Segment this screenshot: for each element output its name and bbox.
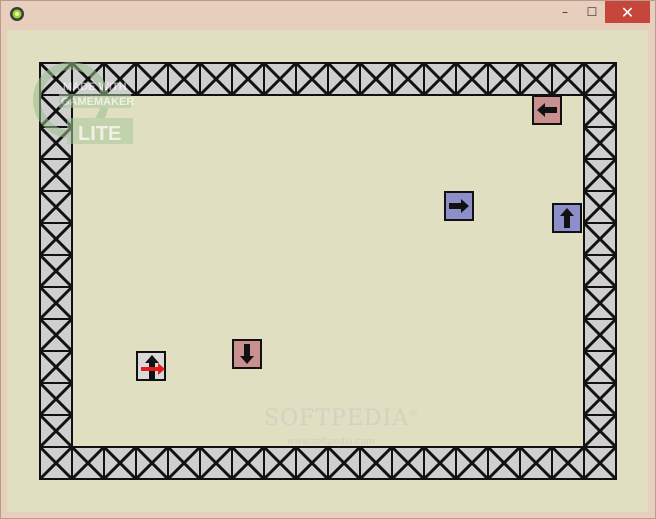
wall-tile: [422, 61, 458, 97]
wall-tile: [486, 445, 522, 481]
gamemaker-lite-logo: MADE WITH GAMEMAKER LITE: [33, 62, 134, 145]
player-block[interactable]: [136, 351, 166, 381]
wall-tile: [390, 61, 426, 97]
blue-block-right: [444, 191, 474, 221]
softpedia-mark: ®: [409, 409, 420, 420]
wall-tile: [422, 445, 458, 481]
wall-tile: [390, 445, 426, 481]
wall-tile: [230, 61, 266, 97]
wall-tile: [38, 189, 74, 225]
wall-tile: [262, 445, 298, 481]
wall-tile: [38, 221, 74, 257]
wall-tile: [518, 445, 554, 481]
wall-tile: [134, 445, 170, 481]
softpedia-url: www.softpedia.com: [287, 437, 375, 447]
wall-tile: [38, 445, 74, 481]
wall-tile: [294, 61, 330, 97]
wall-tile: [294, 445, 330, 481]
wall-tile: [38, 157, 74, 193]
wall-tile: [582, 253, 618, 289]
pink-block-left: [532, 95, 562, 125]
wall-tile: [486, 61, 522, 97]
wall-tile: [70, 445, 106, 481]
wall-tile: [582, 125, 618, 161]
watermark-line-3: LITE: [78, 123, 121, 145]
wall-tile: [38, 285, 74, 321]
wall-tile: [582, 445, 618, 481]
wall-tile: [582, 413, 618, 449]
wall-tile: [38, 349, 74, 385]
wall-tile: [518, 61, 554, 97]
wall-tile: [582, 221, 618, 257]
arrow-left-icon: [537, 103, 557, 117]
arrow-right-icon: [449, 199, 469, 213]
pink-block-down: [232, 339, 262, 369]
player-arrows-icon: [141, 355, 165, 379]
wall-tile: [198, 445, 234, 481]
wall-tile: [38, 317, 74, 353]
wall-tile: [38, 381, 74, 417]
wall-tile: [582, 61, 618, 97]
wall-tile: [326, 61, 362, 97]
arrow-down-icon: [240, 344, 254, 364]
wall-tile: [582, 189, 618, 225]
wall-tile: [230, 445, 266, 481]
wall-tile: [358, 445, 394, 481]
wall-tile: [582, 349, 618, 385]
wall-tile: [38, 413, 74, 449]
wall-tile: [166, 445, 202, 481]
wall-tile: [102, 445, 138, 481]
wall-tile: [38, 253, 74, 289]
wall-tile: [454, 61, 490, 97]
wall-tile: [198, 61, 234, 97]
wall-tile: [582, 285, 618, 321]
watermark-line-1: MADE WITH: [63, 81, 127, 93]
wall-tile: [582, 157, 618, 193]
wall-tile: [326, 445, 362, 481]
wall-tile: [550, 61, 586, 97]
softpedia-watermark: SOFTPEDIA®: [264, 406, 419, 431]
wall-tile: [582, 381, 618, 417]
wall-tile: [582, 317, 618, 353]
watermark-line-2: GAMEMAKER: [61, 96, 134, 108]
wall-tile: [358, 61, 394, 97]
softpedia-text: SOFTPEDIA: [264, 406, 410, 431]
wall-tile: [582, 93, 618, 129]
arrow-up-icon: [560, 208, 574, 228]
wall-tile: [262, 61, 298, 97]
wall-tile: [454, 445, 490, 481]
wall-tile: [166, 61, 202, 97]
blue-block-up: [552, 203, 582, 233]
wall-tile: [550, 445, 586, 481]
